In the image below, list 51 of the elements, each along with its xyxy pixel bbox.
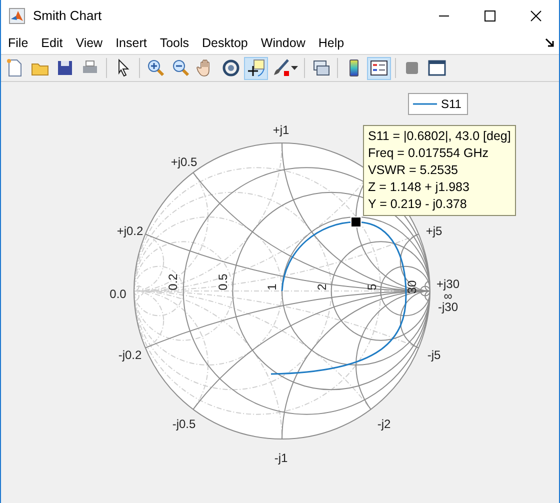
menu-item[interactable]: Tools [156, 34, 194, 52]
data-tip-line: Freq = 0.017554 GHz [368, 145, 490, 162]
legend-icon [369, 58, 389, 78]
brush-icon [271, 58, 291, 78]
axis-label: +j1 [272, 123, 290, 137]
zoom-out-icon [171, 58, 191, 78]
dock-arrow-icon[interactable] [545, 38, 555, 48]
menu-item[interactable]: Edit [37, 34, 67, 52]
data-tip-line: S11 = |0.6802|, 43.0 [deg] [368, 128, 511, 145]
axis-label: 0.2 [166, 274, 180, 290]
menu-item[interactable]: Insert [112, 34, 151, 52]
maximize-icon [484, 10, 496, 22]
axis-label: -j30 [438, 300, 458, 314]
data-tip-line: VSWR = 5.2535 [368, 162, 459, 179]
axis-label: -j2 [377, 417, 391, 431]
axis-label: -j0.5 [172, 417, 196, 431]
legend-line-icon [413, 103, 437, 105]
menu-item[interactable]: Help [314, 34, 348, 52]
legend-label: S11 [441, 96, 462, 113]
axis-label: +j0.5 [170, 155, 198, 169]
app-logo-icon [9, 8, 25, 24]
axis-label: +j5 [426, 224, 442, 238]
axis-label: +j30 [436, 277, 460, 291]
menu-item[interactable]: Window [256, 34, 310, 52]
toolbar-button[interactable] [244, 56, 268, 80]
window-title: Smith Chart [33, 7, 102, 26]
data-tip-line: Z = 1.148 + j1.983 [368, 179, 470, 196]
axis-label: 0.0 [110, 287, 126, 301]
menu-item[interactable]: Desktop [198, 34, 252, 52]
data-cursor-icon [246, 58, 266, 78]
caret-icon [291, 66, 298, 70]
axis-label: 1 [265, 284, 279, 290]
rotate-icon [221, 58, 241, 78]
axis-label: 0.5 [216, 274, 230, 290]
axis-label: +j0.2 [116, 224, 144, 238]
window-icon [427, 58, 447, 78]
data-marker[interactable] [350, 216, 362, 228]
menu-item[interactable]: View [72, 34, 107, 52]
axis-label: 5 [365, 284, 379, 290]
zoom-in-icon [146, 58, 166, 78]
axis-label: -j1 [274, 451, 288, 465]
axis-label: ∞ [444, 289, 452, 303]
menu-item[interactable]: File [4, 34, 32, 52]
axis-label: 30 [405, 280, 419, 294]
axis-label: 2 [315, 284, 329, 290]
close-icon [530, 10, 542, 22]
data-tip-line: Y = 0.219 - j0.378 [368, 196, 468, 213]
linked-windows-icon [311, 58, 331, 78]
axis-label: -j5 [427, 348, 441, 362]
toolbar-button[interactable] [367, 56, 391, 80]
axis-label: -j0.2 [118, 348, 142, 362]
